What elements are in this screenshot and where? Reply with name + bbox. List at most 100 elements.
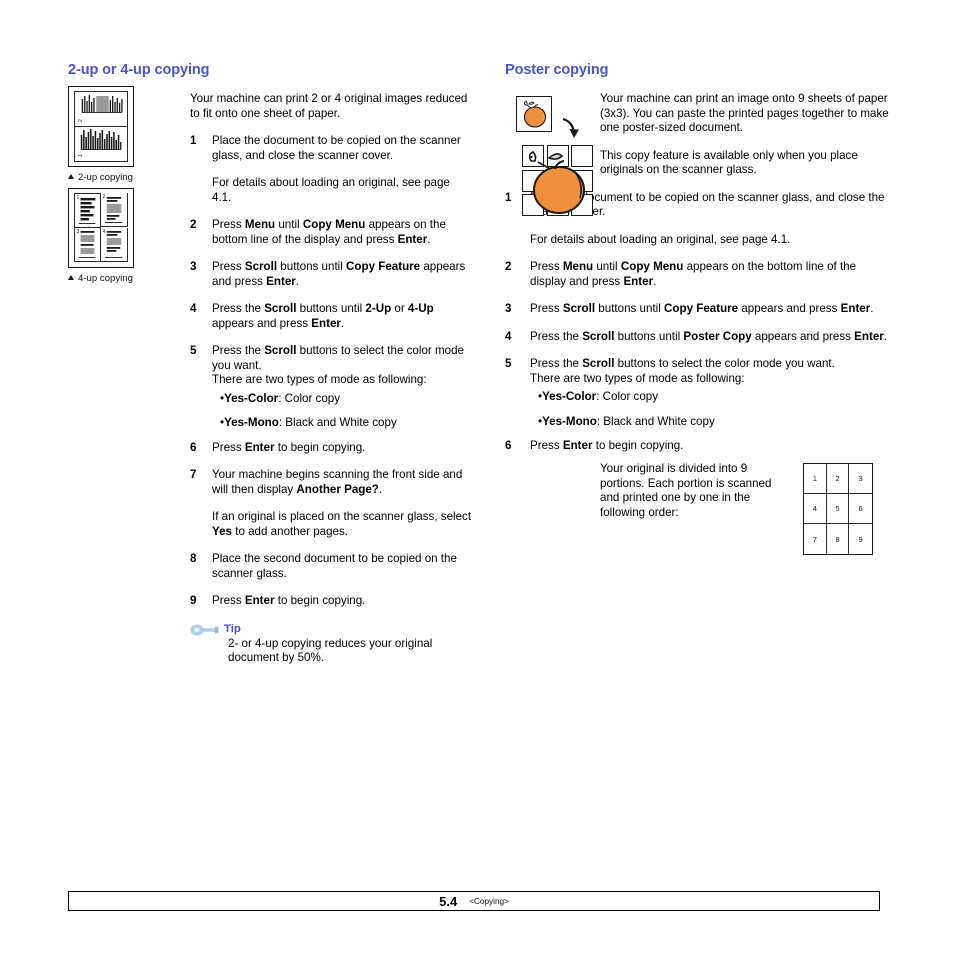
step-number: 6 (190, 440, 197, 454)
step-number: 7 (190, 468, 197, 481)
step-number: 8 (190, 552, 197, 565)
left-column-body: Your machine can print 2 or 4 original i… (190, 92, 472, 666)
panel-number: 2 (78, 119, 84, 122)
poster-cell (571, 169, 594, 192)
note-paragraph-poster: This copy feature is available only when… (600, 148, 858, 177)
order-cell: 6 (849, 494, 872, 524)
step-text: Press Scroll buttons until Copy Feature … (530, 302, 874, 315)
order-cell: 1 (804, 464, 827, 494)
step-1-subnote: For details about loading an original, s… (212, 176, 450, 204)
step-number: 4 (190, 302, 197, 315)
step-text: Press Scroll buttons until Copy Feature … (212, 260, 466, 288)
left-column: 2-up or 4-up copying 2 1 2-up copying 1 … (68, 62, 472, 666)
step-number: 5 (190, 344, 197, 357)
thumbnail-2up-panel-bottom: 1 (74, 127, 128, 162)
step-4: 4 Press the Scroll buttons until Poster … (505, 330, 890, 345)
step-2: 2 Press Menu until Copy Menu appears on … (190, 218, 472, 247)
bullet-yes-color: •Yes-Color: Color copy (220, 391, 341, 405)
step-number: 6 (505, 439, 512, 452)
step-number: 9 (190, 594, 197, 607)
step-text: Press the Scroll buttons until 2-Up or 4… (212, 302, 434, 330)
step-text: Place the second document to be copied o… (212, 552, 457, 580)
page-title-2up: 2-up or 4-up copying (68, 62, 210, 78)
step-text: Press the Scroll buttons to select the c… (212, 344, 464, 386)
order-cell: 2 (826, 464, 850, 494)
panel-number: 1 (76, 194, 80, 201)
step-number: 1 (505, 190, 512, 204)
step-text: Press Menu until Copy Menu appears on th… (212, 218, 446, 246)
step-text: Your machine begins scanning the front s… (212, 468, 463, 496)
step-text: Press Menu until Copy Menu appears on th… (530, 260, 857, 288)
step-number: 3 (190, 260, 197, 273)
step-number: 5 (505, 357, 512, 370)
poster-order-text: Your original is divided into 9 portions… (600, 462, 772, 519)
page-number: 5.4 (439, 893, 458, 909)
step-number: 4 (505, 329, 512, 343)
step-5: 5 Press the Scroll buttons to select the… (505, 357, 890, 386)
thumbnail-2up-panel-top: 2 (74, 91, 128, 127)
poster-cell (546, 194, 569, 217)
step-4: 4 Press the Scroll buttons until 2-Up or… (190, 302, 472, 331)
thumbnail-4up-panel: 2 (101, 193, 128, 227)
panel-number: 2 (102, 193, 106, 200)
poster-cell (571, 194, 594, 217)
step-8: 8 Place the second document to be copied… (190, 552, 472, 581)
step-7: 7 Your machine begins scanning the front… (190, 468, 472, 497)
step-number: 2 (505, 260, 512, 273)
poster-cell (546, 145, 569, 168)
document-page: 2-up or 4-up copying 2 1 2-up copying 1 … (0, 0, 954, 954)
poster-original-sheet (516, 96, 552, 132)
tip-body: 2- or 4-up copying reduces your original… (228, 636, 433, 665)
step-number: 2 (190, 218, 197, 231)
step-text: Place the document to be copied on the s… (212, 134, 461, 162)
figure-poster-copying (516, 96, 594, 217)
right-column-body: Your machine can print an image onto 9 s… (600, 92, 890, 178)
step-text: Press the Scroll buttons to select the c… (530, 357, 835, 385)
step-5: 5 Press the Scroll buttons to select the… (190, 344, 472, 388)
step-6: 6 Press Enter to begin copying. (190, 441, 472, 456)
step-1-subnote: For details about loading an original, s… (530, 232, 791, 246)
step-number: 1 (190, 134, 197, 147)
thumbnail-4up-grid: 1 2 3 4 (74, 193, 128, 263)
step-text: Press Enter to begin copying. (212, 440, 366, 454)
step-2: 2 Press Menu until Copy Menu appears on … (505, 260, 890, 289)
figure-caption-4up: 4-up copying (68, 273, 134, 284)
poster-cell (522, 194, 545, 217)
thumbnail-4up-sheet: 1 2 3 4 (68, 188, 134, 268)
poster-tiled-grid (522, 145, 595, 218)
thumbnail-4up-panel: 1 (74, 193, 101, 228)
poster-order-grid: 1 2 3 4 5 6 7 8 9 (803, 463, 873, 555)
flow-arrow-icon (562, 117, 579, 138)
panel-number: 3 (76, 228, 80, 235)
tip-heading: Tip (224, 622, 241, 635)
intro-paragraph-2up: Your machine can print 2 or 4 original i… (190, 92, 468, 120)
figure-4up-copying: 1 2 3 4 4-up copying (68, 188, 134, 284)
step-9: 9 Press Enter to begin copying. (190, 594, 472, 609)
bullet-yes-color: •Yes-Color: Color copy (538, 390, 659, 403)
page-title-poster: Poster copying (505, 62, 609, 78)
bullet-yes-mono: •Yes-Mono: Black and White copy (538, 414, 715, 428)
tip-key-icon (190, 624, 219, 635)
bullet-yes-mono: •Yes-Mono: Black and White copy (220, 416, 397, 429)
order-cell: 8 (827, 524, 850, 554)
thumbnail-4up-panel: 3 (74, 228, 101, 262)
triangle-marker-icon (68, 275, 74, 280)
tip-box: Tip 2- or 4-up copying reduces your orig… (190, 622, 472, 666)
step-6: 6 Press Enter to begin copying. (505, 439, 890, 454)
right-column-steps: 1 Place the document to be copied on the… (505, 191, 890, 454)
order-cell: 4 (804, 494, 827, 524)
fruit-original-icon (523, 100, 547, 128)
footer-section-label: <Copying> (469, 896, 509, 906)
step-number: 3 (505, 302, 512, 315)
order-cell: 9 (858, 534, 863, 544)
order-cell: 7 (804, 524, 827, 554)
panel-number: 4 (102, 228, 106, 235)
order-cell: 3 (849, 464, 872, 494)
step-text: Press Enter to begin copying. (212, 594, 366, 607)
thumbnail-2up-sheet: 2 1 (68, 86, 134, 167)
intro-paragraph-poster: Your machine can print an image onto 9 s… (600, 92, 889, 134)
step-3: 3 Press Scroll buttons until Copy Featur… (505, 302, 890, 317)
figure-2up-copying: 2 1 2-up copying (68, 86, 134, 183)
step-text: Press the Scroll buttons until Poster Co… (530, 329, 888, 343)
step-7-subnote: If an original is placed on the scanner … (212, 510, 472, 538)
